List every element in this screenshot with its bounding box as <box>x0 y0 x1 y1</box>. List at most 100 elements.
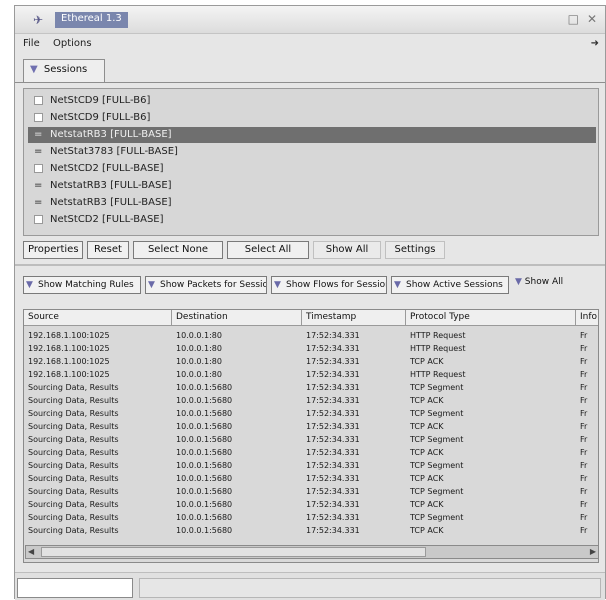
cell-timestamp: 17:52:34.331 <box>306 526 360 535</box>
cell-source: Sourcing Data, Results <box>28 526 119 535</box>
cell-destination: 10.0.0.1:5680 <box>176 448 233 457</box>
table-row[interactable]: Sourcing Data, Results 10.0.0.1:5680 17:52… <box>24 447 598 459</box>
title-bar[interactable]: ✈ Ethereal 1.3 □ ✕ <box>15 6 605 34</box>
properties-button[interactable]: Properties <box>23 241 83 259</box>
session-list[interactable]: NetStCD9 [FULL-B6] NetStCD9 [FULL-B6] = … <box>23 88 599 236</box>
menu-file[interactable]: File <box>23 38 40 49</box>
session-label: NetStCD2 [FULL-BASE] <box>50 163 164 174</box>
cell-destination: 10.0.0.1:80 <box>176 370 222 379</box>
tab-sessions[interactable]: ▼ Sessions <box>23 59 105 83</box>
filter-dropdown[interactable]: ▼ Show Matching Rules <box>23 276 141 294</box>
table-row[interactable]: 192.168.1.100:1025 10.0.0.1:80 17:52:34.33… <box>24 356 598 368</box>
table-row[interactable]: Sourcing Data, Results 10.0.0.1:5680 17:52… <box>24 421 598 433</box>
session-item[interactable]: = NetstatRB3 [FULL-BASE] <box>28 178 596 194</box>
menu-options[interactable]: Options <box>53 38 92 49</box>
cell-source: Sourcing Data, Results <box>28 513 119 522</box>
dropdown-arrow-icon: ▼ <box>26 280 33 290</box>
table-row[interactable]: 192.168.1.100:1025 10.0.0.1:80 17:52:34.33… <box>24 369 598 381</box>
reset-button[interactable]: Reset <box>87 241 129 259</box>
filter-label: Show All <box>524 277 564 287</box>
session-item[interactable]: NetStCD2 [FULL-BASE] <box>28 161 596 177</box>
cell-info: Fr <box>580 396 588 405</box>
packet-table[interactable]: Source Destination Timestamp Protocol Ty… <box>23 309 599 563</box>
cell-destination: 10.0.0.1:80 <box>176 344 222 353</box>
scroll-left-icon[interactable]: ◀ <box>28 546 34 558</box>
filter-dropdown[interactable]: ▼ Show Flows for Session <box>271 276 387 294</box>
show-all-filter[interactable]: ▼ Show All <box>515 277 563 287</box>
cell-destination: 10.0.0.1:80 <box>176 357 222 366</box>
filter-label: Show Flows for Session <box>286 280 387 290</box>
session-item[interactable]: NetStCD9 [FULL-B6] <box>28 110 596 126</box>
session-item[interactable]: NetStCD2 [FULL-BASE] <box>28 212 596 228</box>
cell-destination: 10.0.0.1:5680 <box>176 487 233 496</box>
select-none-button[interactable]: Select None <box>133 241 223 259</box>
cell-protocol: TCP ACK <box>410 474 444 483</box>
arrow-icon[interactable]: ➜ <box>591 38 599 49</box>
table-row[interactable]: 192.168.1.100:1025 10.0.0.1:80 17:52:34.33… <box>24 330 598 342</box>
column-header-timestamp[interactable]: Timestamp <box>302 310 406 326</box>
session-label: NetstatRB3 [FULL-BASE] <box>50 180 172 191</box>
cell-info: Fr <box>580 513 588 522</box>
settings-button[interactable]: Settings <box>385 241 445 259</box>
table-row[interactable]: Sourcing Data, Results 10.0.0.1:5680 17:52… <box>24 512 598 524</box>
session-item[interactable]: = NetstatRB3 [FULL-BASE] <box>28 195 596 211</box>
cell-destination: 10.0.0.1:5680 <box>176 526 233 535</box>
cell-timestamp: 17:52:34.331 <box>306 448 360 457</box>
session-checkbox[interactable] <box>34 164 43 173</box>
app-window: ✈ Ethereal 1.3 □ ✕ File Options ➜ ▼ Sess… <box>14 5 606 600</box>
cell-source: Sourcing Data, Results <box>28 435 119 444</box>
cell-protocol: TCP Segment <box>410 383 464 392</box>
cell-timestamp: 17:52:34.331 <box>306 370 360 379</box>
session-label: NetStat3783 [FULL-BASE] <box>50 146 178 157</box>
cell-timestamp: 17:52:34.331 <box>306 422 360 431</box>
cell-source: 192.168.1.100:1025 <box>28 357 110 366</box>
triangle-down-icon: ▼ <box>30 64 38 75</box>
cell-timestamp: 17:52:34.331 <box>306 396 360 405</box>
pane-splitter[interactable] <box>15 264 605 266</box>
column-header-destination[interactable]: Destination <box>172 310 302 326</box>
table-row[interactable]: Sourcing Data, Results 10.0.0.1:5680 17:52… <box>24 525 598 537</box>
session-item-selected[interactable]: = NetstatRB3 [FULL-BASE] <box>28 127 596 143</box>
cell-source: Sourcing Data, Results <box>28 487 119 496</box>
horizontal-scrollbar[interactable]: ◀ ▶ <box>25 545 599 559</box>
session-checkbox[interactable] <box>34 215 43 224</box>
session-checkbox[interactable] <box>34 96 43 105</box>
cell-timestamp: 17:52:34.331 <box>306 357 360 366</box>
session-item[interactable]: = NetStat3783 [FULL-BASE] <box>28 144 596 160</box>
cell-protocol: TCP Segment <box>410 513 464 522</box>
cell-protocol: TCP ACK <box>410 357 444 366</box>
minimize-icon[interactable]: □ <box>568 12 579 26</box>
session-checkbox[interactable] <box>34 113 43 122</box>
session-label: NetStCD2 [FULL-BASE] <box>50 214 164 225</box>
filter-dropdown[interactable]: ▼ Show Packets for Session <box>145 276 267 294</box>
cell-info: Fr <box>580 344 588 353</box>
cell-protocol: TCP ACK <box>410 396 444 405</box>
session-item[interactable]: NetStCD9 [FULL-B6] <box>28 93 596 109</box>
session-label: NetstatRB3 [FULL-BASE] <box>50 197 172 208</box>
table-row[interactable]: Sourcing Data, Results 10.0.0.1:5680 17:52… <box>24 473 598 485</box>
select-all-button[interactable]: Select All <box>227 241 309 259</box>
table-row[interactable]: Sourcing Data, Results 10.0.0.1:5680 17:52… <box>24 408 598 420</box>
table-row[interactable]: Sourcing Data, Results 10.0.0.1:5680 17:52… <box>24 434 598 446</box>
show-all-button[interactable]: Show All <box>313 241 381 259</box>
status-input[interactable] <box>17 578 133 598</box>
cell-timestamp: 17:52:34.331 <box>306 344 360 353</box>
table-row[interactable]: Sourcing Data, Results 10.0.0.1:5680 17:52… <box>24 395 598 407</box>
session-mark: = <box>34 146 43 157</box>
table-row[interactable]: Sourcing Data, Results 10.0.0.1:5680 17:52… <box>24 382 598 394</box>
close-icon[interactable]: ✕ <box>587 12 597 26</box>
table-row[interactable]: 192.168.1.100:1025 10.0.0.1:80 17:52:34.33… <box>24 343 598 355</box>
cell-timestamp: 17:52:34.331 <box>306 513 360 522</box>
table-row[interactable]: Sourcing Data, Results 10.0.0.1:5680 17:52… <box>24 460 598 472</box>
cell-destination: 10.0.0.1:5680 <box>176 474 233 483</box>
column-header-source[interactable]: Source <box>24 310 172 326</box>
table-row[interactable]: Sourcing Data, Results 10.0.0.1:5680 17:52… <box>24 486 598 498</box>
column-header-protocol[interactable]: Protocol Type <box>406 310 576 326</box>
scroll-right-icon[interactable]: ▶ <box>590 546 596 558</box>
cell-protocol: TCP ACK <box>410 526 444 535</box>
cell-protocol: TCP ACK <box>410 422 444 431</box>
scroll-thumb[interactable] <box>41 547 426 557</box>
table-row[interactable]: Sourcing Data, Results 10.0.0.1:5680 17:52… <box>24 499 598 511</box>
filter-dropdown[interactable]: ▼ Show Active Sessions <box>391 276 509 294</box>
column-header-info[interactable]: Info <box>576 310 598 326</box>
